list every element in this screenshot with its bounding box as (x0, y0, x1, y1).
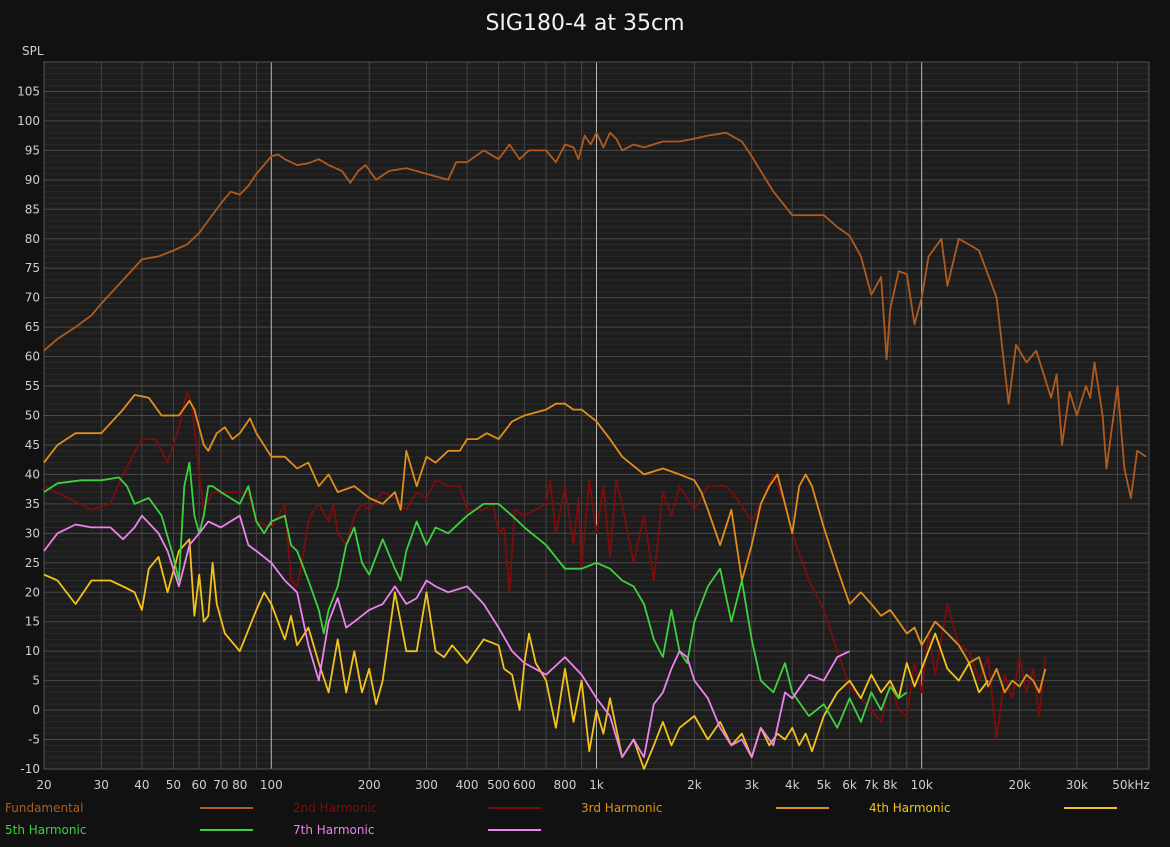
legend-label: 2nd Harmonic (293, 801, 377, 815)
spl-chart: SIG180-4 at 35cm SPL -10 -5 0 5 10 15 20 25 30 35… (0, 0, 1170, 847)
x-tick-label: 50 (166, 778, 181, 792)
y-tick-label: 35 (25, 497, 40, 511)
x-tick-label: 600 (513, 778, 536, 792)
y-tick-label: 100 (17, 114, 40, 128)
y-tick-label: 10 (25, 644, 40, 658)
x-tick-label: 400 (456, 778, 479, 792)
chart-title: SIG180-4 at 35cm (485, 11, 684, 36)
x-tick-label: 80 (232, 778, 247, 792)
y-tick-label: 85 (25, 202, 40, 216)
y-tick-label: 55 (25, 379, 40, 393)
x-tick-label: 20k (1008, 778, 1030, 792)
y-tick-label: 30 (25, 526, 40, 540)
x-tick-label: 7k (864, 778, 879, 792)
x-tick-label: 6k (842, 778, 857, 792)
legend-label: 3rd Harmonic (581, 801, 662, 815)
y-tick-label: 50 (25, 409, 40, 423)
x-tick-label: 200 (358, 778, 381, 792)
y-tick-label: 90 (25, 173, 40, 187)
y-tick-label: 15 (25, 615, 40, 629)
y-tick-label: 45 (25, 438, 40, 452)
y-tick-label: 65 (25, 320, 40, 334)
y-axis-label: SPL (22, 44, 44, 58)
legend-label: Fundamental (5, 801, 84, 815)
y-tick-label: 60 (25, 350, 40, 364)
grid (43, 61, 1150, 770)
x-tick-label: 2k (687, 778, 702, 792)
x-tick-label: 500 (487, 778, 510, 792)
y-tick-label: 95 (25, 143, 40, 157)
x-tick-label: 30 (94, 778, 109, 792)
x-tick-label: 10k (911, 778, 933, 792)
x-tick-label: 300 (415, 778, 438, 792)
x-tick-label: 5k (817, 778, 832, 792)
x-tick-label: 100 (260, 778, 283, 792)
legend-label: 5th Harmonic (5, 823, 86, 837)
y-tick-label: 70 (25, 291, 40, 305)
y-tick-label: 80 (25, 232, 40, 246)
x-tick-label: 60 (192, 778, 207, 792)
x-tick-label: 40 (134, 778, 149, 792)
y-tick-label: 105 (17, 84, 40, 98)
x-tick-label: 30k (1066, 778, 1088, 792)
y-tick-label: -10 (20, 762, 40, 776)
y-tick-label: 40 (25, 467, 40, 481)
y-tick-label: 75 (25, 261, 40, 275)
y-tick-label: 20 (25, 585, 40, 599)
x-tick-label: 70 (213, 778, 228, 792)
x-tick-label: 1k (589, 778, 604, 792)
x-tick-label: 800 (554, 778, 577, 792)
x-tick-label: 50kHz (1112, 778, 1150, 792)
x-tick-label: 4k (785, 778, 800, 792)
x-tick-label: 3k (744, 778, 759, 792)
y-tick-label: 25 (25, 556, 40, 570)
x-tick-label: 8k (883, 778, 898, 792)
y-tick-label: 0 (32, 703, 40, 717)
y-tick-label: -5 (28, 733, 40, 747)
x-tick-label: 20 (36, 778, 51, 792)
y-tick-label: 5 (32, 674, 40, 688)
legend-label: 4th Harmonic (869, 801, 950, 815)
legend-label: 7th Harmonic (293, 823, 374, 837)
